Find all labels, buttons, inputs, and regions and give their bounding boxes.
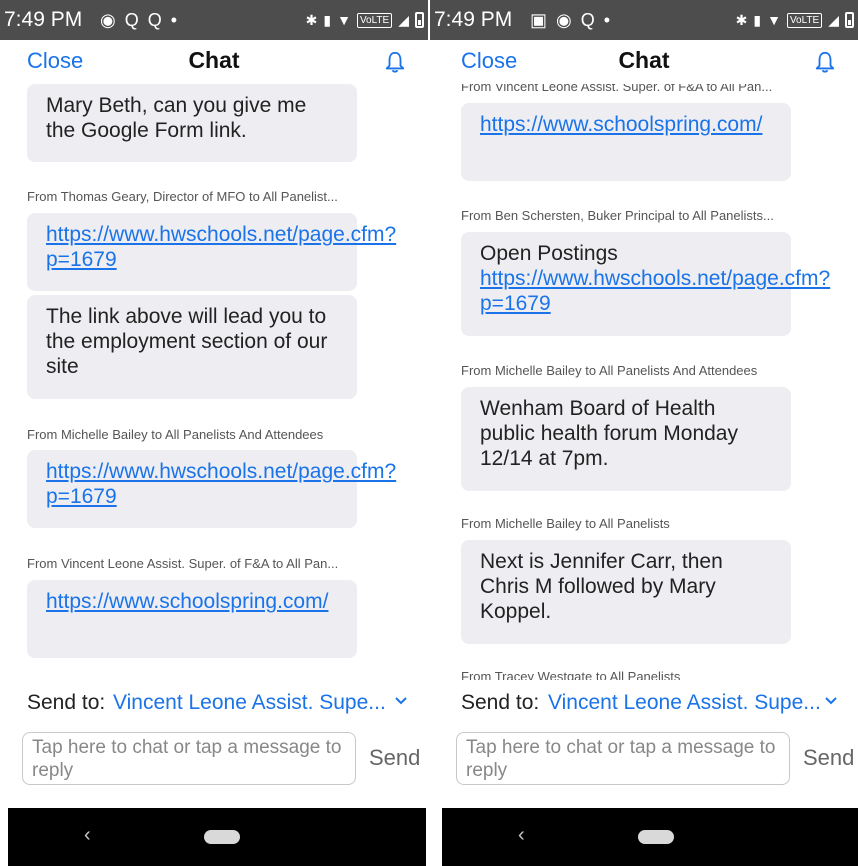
bluetooth-icon: ✱ bbox=[735, 11, 748, 28]
chat-input[interactable]: Tap here to chat or tap a message to rep… bbox=[22, 732, 356, 785]
message-text: The link above will lead you to the empl… bbox=[46, 305, 328, 378]
send-to-recipient[interactable]: Vincent Leone Assist. Supe... bbox=[113, 691, 386, 715]
navigation-bar: ‹ bbox=[442, 808, 858, 866]
message-sender: From Michelle Bailey to All Panelists An… bbox=[27, 427, 324, 442]
send-to-row: Send to: Vincent Leone Assist. Supe... bbox=[0, 680, 428, 726]
navigation-bar: ‹ bbox=[8, 808, 426, 866]
wifi-icon: ▼ bbox=[767, 12, 781, 28]
chevron-down-icon[interactable] bbox=[394, 696, 408, 706]
right-screen: 7:49 PM ▣ ◉ Q • ✱ ▮ ▼ VoLTE ◢ Close Chat… bbox=[430, 0, 858, 866]
message-text: Wenham Board of Health public health for… bbox=[480, 397, 738, 470]
message-text: Open Postings bbox=[480, 242, 618, 265]
message-link[interactable]: https://www.schoolspring.com/ bbox=[480, 113, 762, 136]
message-link[interactable]: https://www.hwschools.net/page.cfm?p=167… bbox=[480, 267, 830, 315]
bell-icon[interactable] bbox=[814, 50, 836, 74]
message-bubble[interactable]: The link above will lead you to the empl… bbox=[27, 295, 357, 399]
home-pill-icon[interactable] bbox=[204, 830, 240, 844]
status-time: 7:49 PM bbox=[434, 8, 513, 31]
volte-icon: VoLTE bbox=[786, 12, 823, 28]
vibrate-icon: ▮ bbox=[323, 11, 332, 28]
facebook-icon: ◉ bbox=[100, 10, 118, 30]
message-list[interactable]: Mary Beth, can you give me the Google Fo… bbox=[0, 84, 428, 680]
message-sender: From Ben Schersten, Buker Principal to A… bbox=[461, 208, 774, 223]
message-sender: From Tracey Westgate to All Panelists bbox=[461, 669, 681, 680]
wifi-icon: ▼ bbox=[337, 12, 351, 28]
volte-icon: VoLTE bbox=[356, 12, 393, 28]
signal-icon: ◢ bbox=[398, 11, 409, 28]
status-bar: 7:49 PM ▣ ◉ Q • ✱ ▮ ▼ VoLTE ◢ bbox=[430, 0, 858, 40]
message-text: Next is Jennifer Carr, then Chris M foll… bbox=[480, 550, 723, 623]
home-pill-icon[interactable] bbox=[638, 830, 674, 844]
status-bar: 7:49 PM ◉ Q Q • ✱ ▮ ▼ VoLTE ◢ bbox=[0, 0, 428, 40]
message-bubble[interactable]: Next is Jennifer Carr, then Chris M foll… bbox=[461, 540, 791, 644]
facebook-icon: ◉ bbox=[556, 10, 574, 30]
send-button[interactable]: Send bbox=[803, 745, 854, 771]
search-icon: Q bbox=[147, 10, 164, 30]
message-list[interactable]: From Vincent Leone Assist. Super. of F&A… bbox=[430, 84, 858, 680]
message-bubble[interactable]: https://www.schoolspring.com/ bbox=[27, 580, 357, 658]
message-link[interactable]: https://www.schoolspring.com/ bbox=[46, 590, 328, 613]
chat-header: Close Chat bbox=[430, 40, 858, 84]
battery-icon bbox=[845, 12, 854, 28]
system-status-icons: ✱ ▮ ▼ VoLTE ◢ bbox=[306, 10, 424, 30]
send-to-label: Send to: bbox=[461, 691, 540, 714]
status-time: 7:49 PM bbox=[4, 8, 83, 31]
message-text: Mary Beth, can you give me the Google Fo… bbox=[46, 94, 307, 142]
chat-input[interactable]: Tap here to chat or tap a message to rep… bbox=[456, 732, 790, 785]
notification-icons: ▣ ◉ Q • bbox=[530, 8, 612, 32]
back-icon[interactable]: ‹ bbox=[84, 824, 91, 847]
message-link[interactable]: https://www.hwschools.net/page.cfm?p=167… bbox=[46, 223, 396, 271]
send-to-label: Send to: bbox=[27, 691, 106, 714]
send-to-row: Send to: Vincent Leone Assist. Supe... bbox=[430, 680, 858, 726]
back-icon[interactable]: ‹ bbox=[518, 824, 525, 847]
message-sender: From Vincent Leone Assist. Super. of F&A… bbox=[461, 84, 773, 94]
chevron-down-icon[interactable] bbox=[824, 696, 838, 706]
message-bubble[interactable]: Open Postings https://www.hwschools.net/… bbox=[461, 232, 830, 336]
dot-icon: • bbox=[603, 10, 613, 30]
system-status-icons: ✱ ▮ ▼ VoLTE ◢ bbox=[736, 10, 854, 30]
chat-header: Close Chat bbox=[0, 40, 428, 84]
signal-icon: ◢ bbox=[828, 11, 839, 28]
bell-icon[interactable] bbox=[384, 50, 406, 74]
message-bubble[interactable]: https://www.schoolspring.com/ bbox=[461, 103, 791, 181]
image-icon: ▣ bbox=[530, 10, 550, 30]
close-button[interactable]: Close bbox=[27, 48, 83, 74]
search-icon: Q bbox=[124, 10, 141, 30]
bluetooth-icon: ✱ bbox=[305, 11, 318, 28]
message-sender: From Michelle Bailey to All Panelists An… bbox=[461, 363, 758, 378]
dot-icon: • bbox=[170, 10, 180, 30]
message-link[interactable]: https://www.hwschools.net/page.cfm?p=167… bbox=[46, 460, 396, 508]
message-sender: From Vincent Leone Assist. Super. of F&A… bbox=[27, 556, 339, 571]
notification-icons: ◉ Q Q • bbox=[100, 8, 179, 32]
message-bubble[interactable]: https://www.hwschools.net/page.cfm?p=167… bbox=[27, 450, 396, 528]
message-bubble[interactable]: Mary Beth, can you give me the Google Fo… bbox=[27, 84, 357, 162]
send-button[interactable]: Send bbox=[369, 745, 420, 771]
search-icon: Q bbox=[580, 10, 597, 30]
close-button[interactable]: Close bbox=[461, 48, 517, 74]
message-bubble[interactable]: Wenham Board of Health public health for… bbox=[461, 387, 791, 491]
message-bubble[interactable]: https://www.hwschools.net/page.cfm?p=167… bbox=[27, 213, 396, 291]
left-screen: 7:49 PM ◉ Q Q • ✱ ▮ ▼ VoLTE ◢ Close Chat… bbox=[0, 0, 428, 866]
message-sender: From Michelle Bailey to All Panelists bbox=[461, 516, 670, 531]
battery-icon bbox=[415, 12, 424, 28]
message-sender: From Thomas Geary, Director of MFO to Al… bbox=[27, 189, 338, 204]
vibrate-icon: ▮ bbox=[753, 11, 762, 28]
send-to-recipient[interactable]: Vincent Leone Assist. Supe... bbox=[548, 691, 821, 715]
